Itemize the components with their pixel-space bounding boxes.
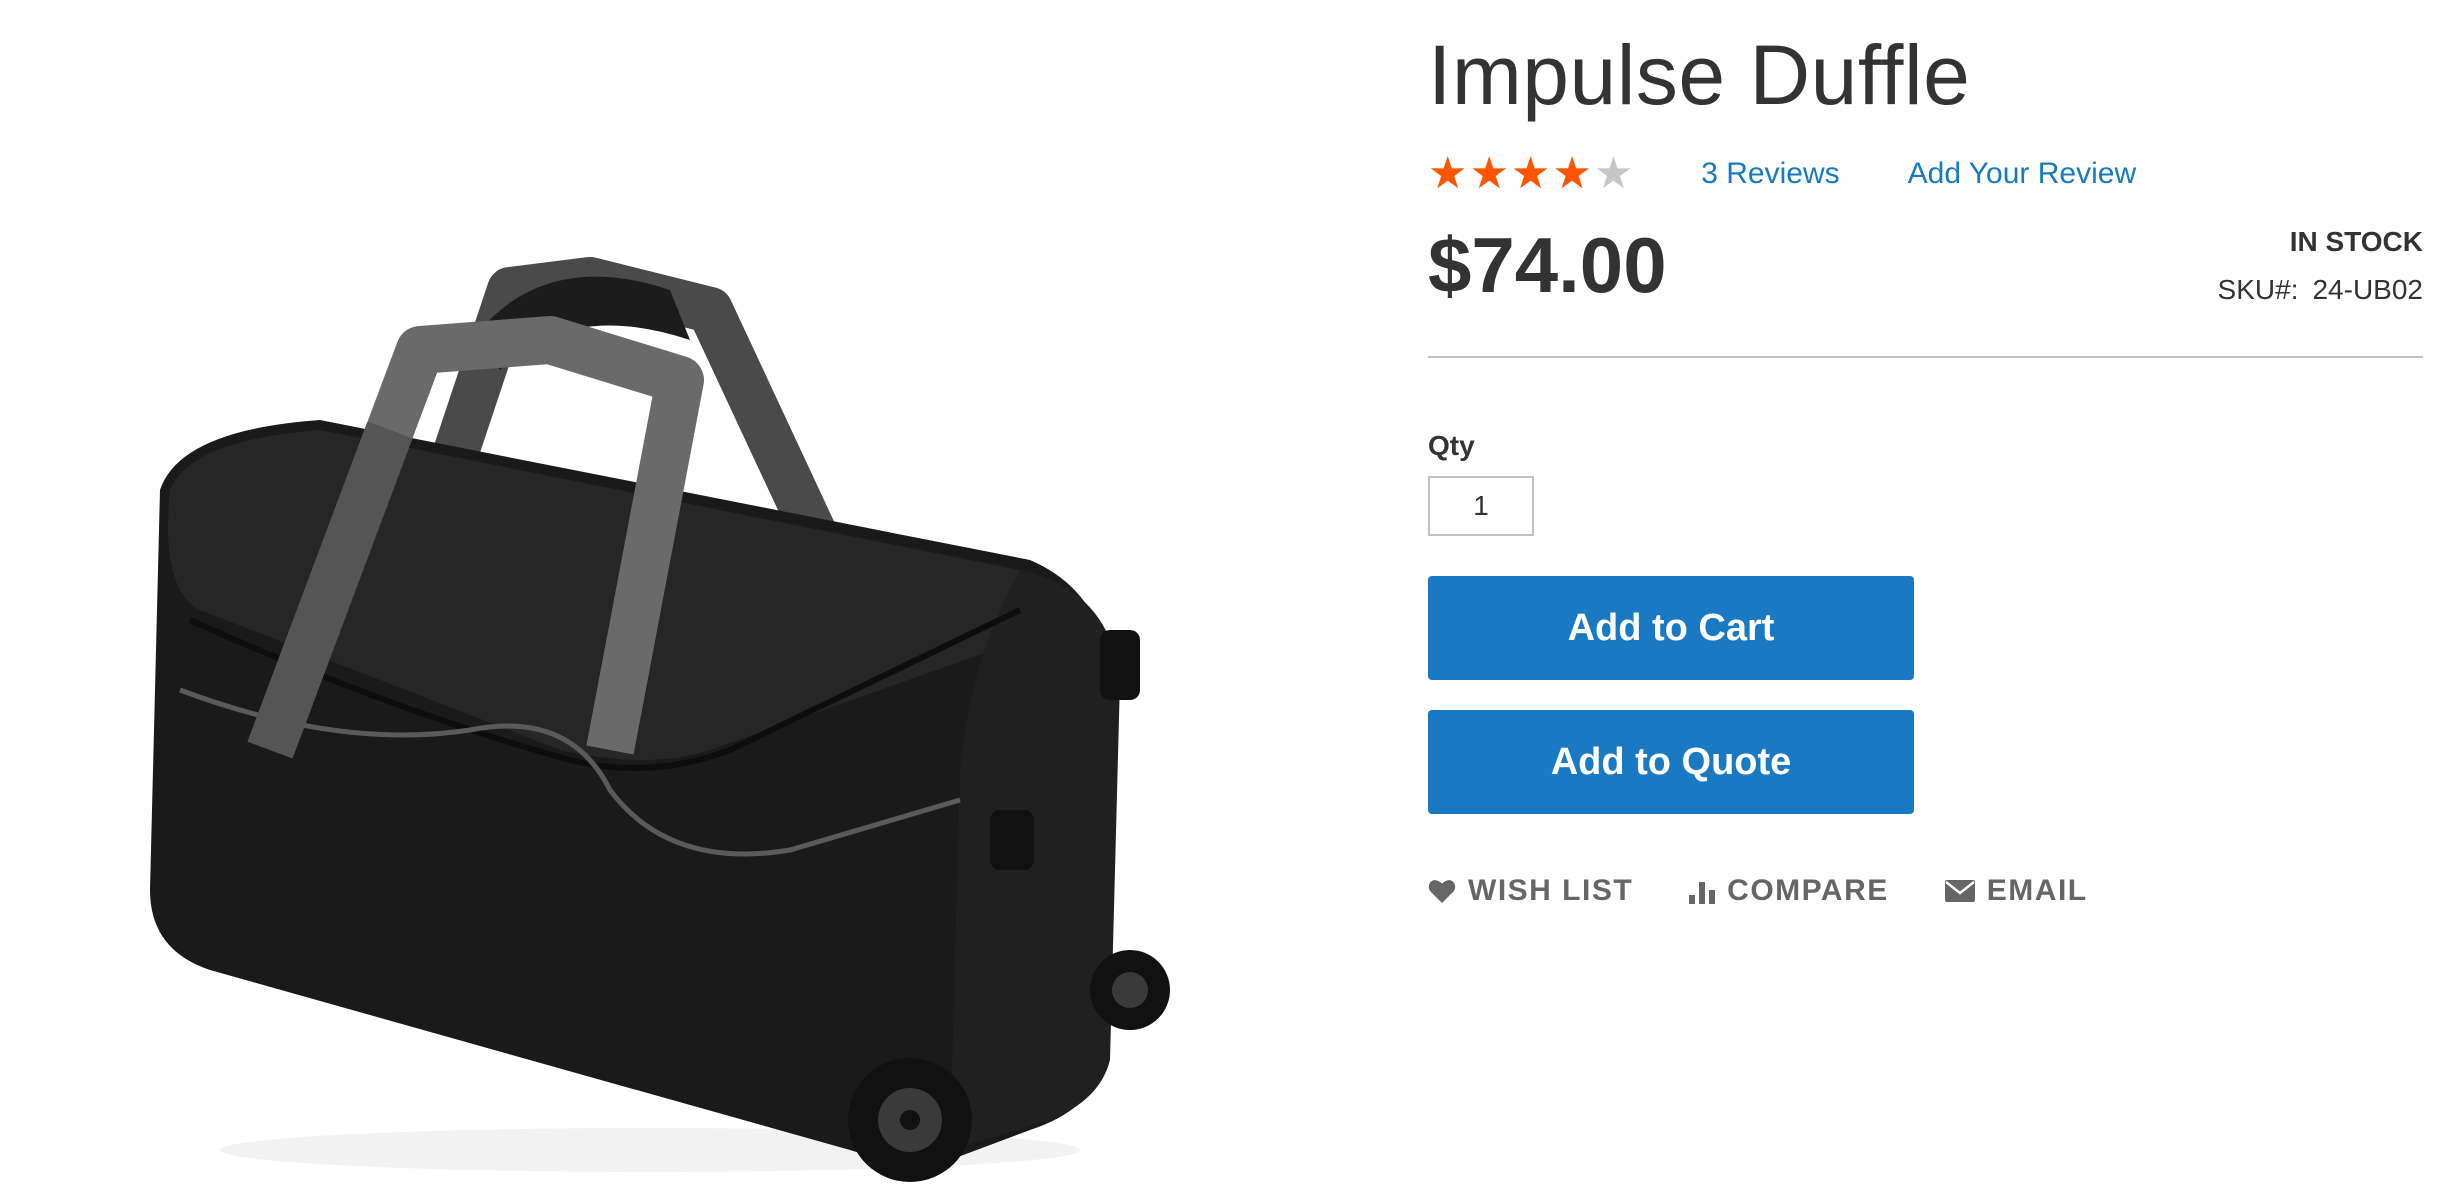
product-title: Impulse Duffle (1428, 28, 1971, 122)
wishlist-link[interactable]: WISH LIST (1428, 874, 1633, 908)
price-row: $74.00 IN STOCK SKU#: 24-UB02 (1428, 206, 2423, 358)
sku-value: 24-UB02 (2312, 274, 2423, 305)
add-to-cart-button[interactable]: Add to Cart (1428, 576, 1914, 680)
reviews-link[interactable]: 3 Reviews (1701, 157, 1839, 191)
add-to-quote-button[interactable]: Add to Quote (1428, 710, 1914, 814)
product-social-actions: WISH LIST COMPARE EMAIL (1428, 874, 2423, 908)
add-review-link[interactable]: Add Your Review (1908, 157, 2137, 191)
reviews-row: ★★★★★ ★★★★★ 3 Reviews Add Your Review (1428, 142, 2423, 206)
product-page: Impulse Duffle ★★★★★ ★★★★★ 3 Reviews Add… (0, 0, 2450, 1200)
stock-status: IN STOCK (2289, 226, 2423, 257)
rating-stars-filled: ★★★★★ (1428, 152, 1594, 196)
qty-label: Qty (1428, 430, 1475, 461)
sku-label: SKU#: (2217, 274, 2299, 305)
compare-link[interactable]: COMPARE (1689, 874, 1889, 908)
product-info: Impulse Duffle ★★★★★ ★★★★★ 3 Reviews Add… (1428, 20, 2423, 908)
compare-label: COMPARE (1727, 874, 1889, 907)
envelope-icon (1944, 880, 1975, 902)
wishlist-label: WISH LIST (1468, 874, 1634, 907)
product-sku: SKU#: 24-UB02 (2218, 274, 2423, 306)
product-price: $74.00 (1428, 221, 1667, 309)
email-label: EMAIL (1986, 874, 2088, 907)
qty-input[interactable] (1428, 476, 1534, 536)
email-link[interactable]: EMAIL (1944, 874, 2088, 908)
product-image[interactable] (90, 230, 1210, 1190)
duffle-bag-image (150, 257, 1170, 1182)
bar-chart-icon (1689, 882, 1716, 904)
rating-stars: ★★★★★ ★★★★★ (1428, 152, 1635, 196)
heart-icon (1428, 880, 1456, 903)
